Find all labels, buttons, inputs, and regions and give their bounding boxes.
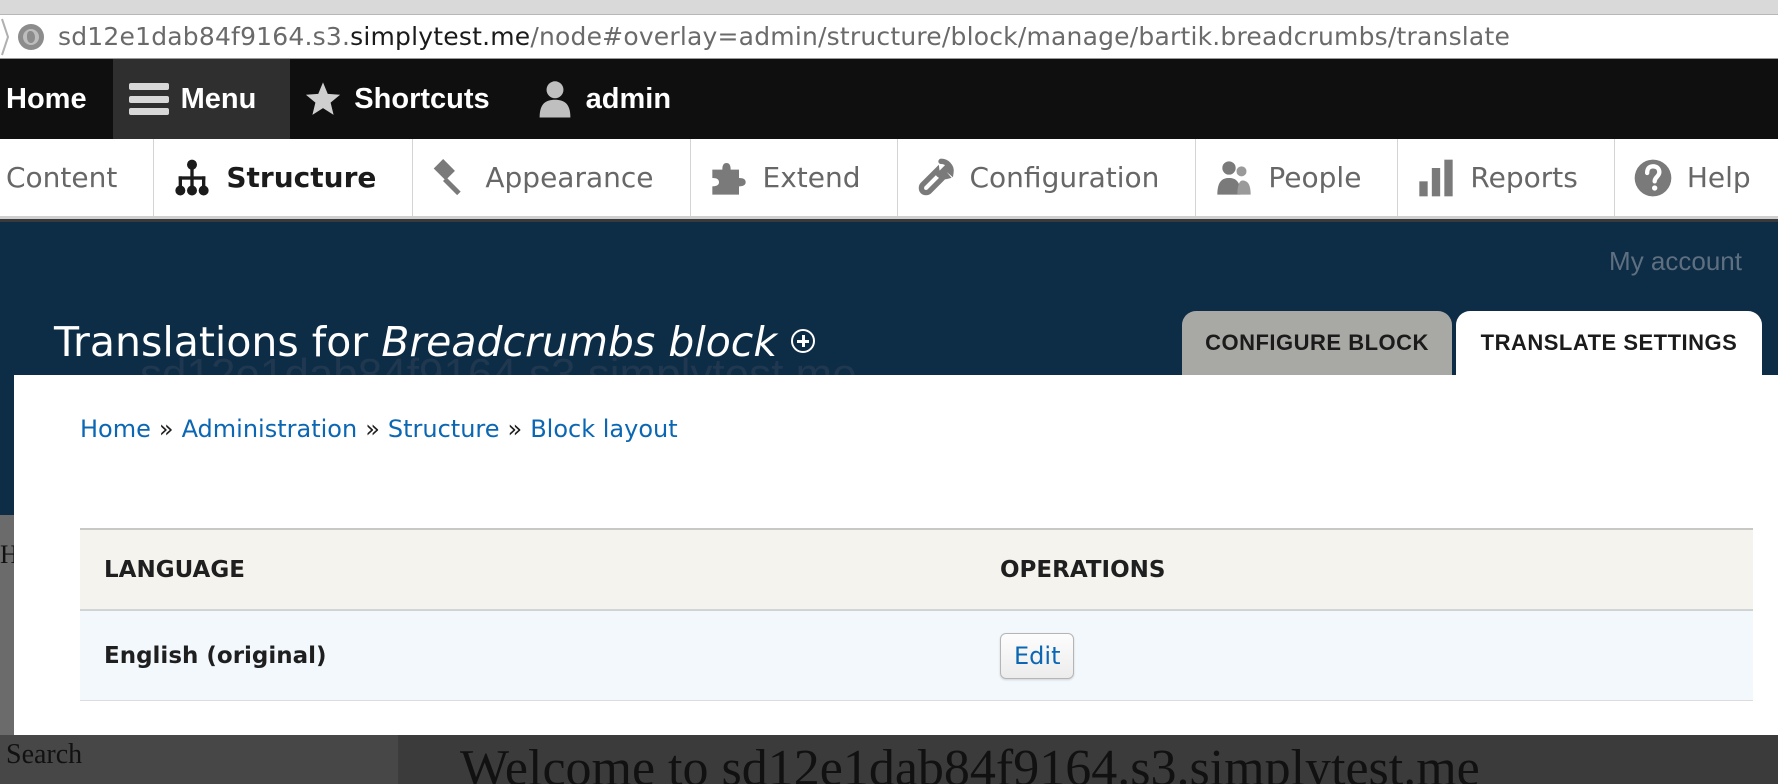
tray-item-people[interactable]: People: [1196, 139, 1399, 216]
tray-item-label: Appearance: [485, 161, 654, 194]
tray-item-reports[interactable]: Reports: [1398, 139, 1615, 216]
url-arrow-icon: [0, 15, 10, 59]
tray-item-label: Structure: [226, 161, 377, 194]
operations-cell: Edit: [1000, 632, 1753, 679]
translations-table: LANGUAGE OPERATIONS English (original) E…: [80, 528, 1753, 701]
page-title: Translations for Breadcrumbs block: [54, 318, 816, 366]
admin-toolbar: Home Menu Shortcuts admin: [0, 59, 1778, 139]
breadcrumb: Home» Administration» Structure» Block layo…: [80, 415, 678, 443]
user-icon: [536, 79, 574, 119]
puzzle-icon: [709, 158, 749, 198]
tray-item-label: Content: [6, 161, 118, 194]
tray-item-appearance[interactable]: Appearance: [413, 139, 691, 216]
tray-item-help[interactable]: Help: [1615, 139, 1778, 216]
toolbar-user-tab[interactable]: admin: [516, 59, 697, 139]
wrench-icon: [916, 158, 956, 198]
tab-translate-settings[interactable]: TRANSLATE SETTINGS: [1456, 311, 1762, 375]
bar-chart-icon: [1416, 158, 1456, 198]
admin-menu-tray: Content Structure Appearance Extend Conf…: [0, 139, 1778, 219]
toolbar-user-label: admin: [585, 82, 672, 115]
toolbar-shortcuts-tab[interactable]: Shortcuts: [290, 59, 515, 139]
language-cell: English (original): [104, 642, 327, 669]
column-header-language: LANGUAGE: [104, 556, 245, 583]
table-header: LANGUAGE OPERATIONS: [80, 528, 1753, 611]
url-text[interactable]: sd12e1dab84f9164.s3.simplytest.me/node#o…: [58, 22, 1510, 51]
tray-item-configuration[interactable]: Configuration: [898, 139, 1197, 216]
edit-button[interactable]: Edit: [1000, 632, 1075, 679]
breadcrumb-separator: »: [158, 415, 174, 443]
my-account-link[interactable]: My account: [1609, 246, 1742, 277]
star-icon: [304, 80, 342, 118]
breadcrumb-home[interactable]: Home: [80, 415, 151, 443]
toolbar-menu-tab[interactable]: Menu: [112, 59, 291, 139]
tray-item-label: Reports: [1470, 161, 1578, 194]
browser-url-bar: sd12e1dab84f9164.s3.simplytest.me/node#o…: [0, 0, 1778, 59]
page-title-prefix: Translations for: [54, 318, 382, 366]
page-title-block-name: Breadcrumbs block: [381, 318, 778, 366]
underlying-sidebar: Search: [0, 735, 398, 784]
tray-item-label: Help: [1686, 161, 1751, 194]
underlying-search-label: Search: [6, 739, 83, 770]
breadcrumb-separator: »: [365, 415, 380, 443]
underlying-welcome-heading: Welcome to sd12e1dab84f9164.s3.simplytes…: [460, 740, 1480, 784]
breadcrumb-structure[interactable]: Structure: [388, 415, 500, 443]
globe-icon: [18, 23, 44, 50]
people-icon: [1214, 158, 1254, 198]
toolbar-home-label: Home: [6, 82, 87, 115]
breadcrumb-administration[interactable]: Administration: [182, 415, 358, 443]
paint-icon: [431, 158, 471, 198]
structure-icon: [172, 158, 212, 198]
toolbar-menu-label: Menu: [180, 82, 257, 115]
underlying-page: Search Welcome to sd12e1dab84f9164.s3.si…: [0, 735, 1778, 784]
add-shortcut-icon[interactable]: [791, 329, 816, 353]
tray-item-label: Extend: [762, 161, 861, 194]
url-path: /node#overlay=admin/structure/block/mana…: [530, 22, 1511, 51]
tray-item-label: Configuration: [969, 161, 1160, 194]
tray-item-label: People: [1268, 161, 1362, 194]
table-row: English (original) Edit: [80, 611, 1753, 701]
overlay-content-panel: Home» Administration» Structure» Block layo…: [14, 375, 1778, 735]
breadcrumb-block-layout[interactable]: Block layout: [530, 415, 677, 443]
url-domain: simplytest.me: [350, 22, 531, 51]
breadcrumb-separator: »: [507, 415, 523, 443]
toolbar-home-link[interactable]: Home: [0, 59, 113, 139]
toolbar-shortcuts-label: Shortcuts: [354, 82, 490, 115]
help-icon: [1633, 158, 1673, 198]
address-field[interactable]: sd12e1dab84f9164.s3.simplytest.me/node#o…: [0, 14, 1778, 58]
tray-item-structure[interactable]: Structure: [154, 139, 414, 216]
tray-item-content[interactable]: Content: [0, 139, 155, 216]
tray-item-extend[interactable]: Extend: [691, 139, 898, 216]
column-header-operations: OPERATIONS: [1000, 556, 1166, 583]
tab-configure-block[interactable]: CONFIGURE BLOCK: [1182, 311, 1452, 375]
hamburger-icon: [128, 83, 169, 115]
